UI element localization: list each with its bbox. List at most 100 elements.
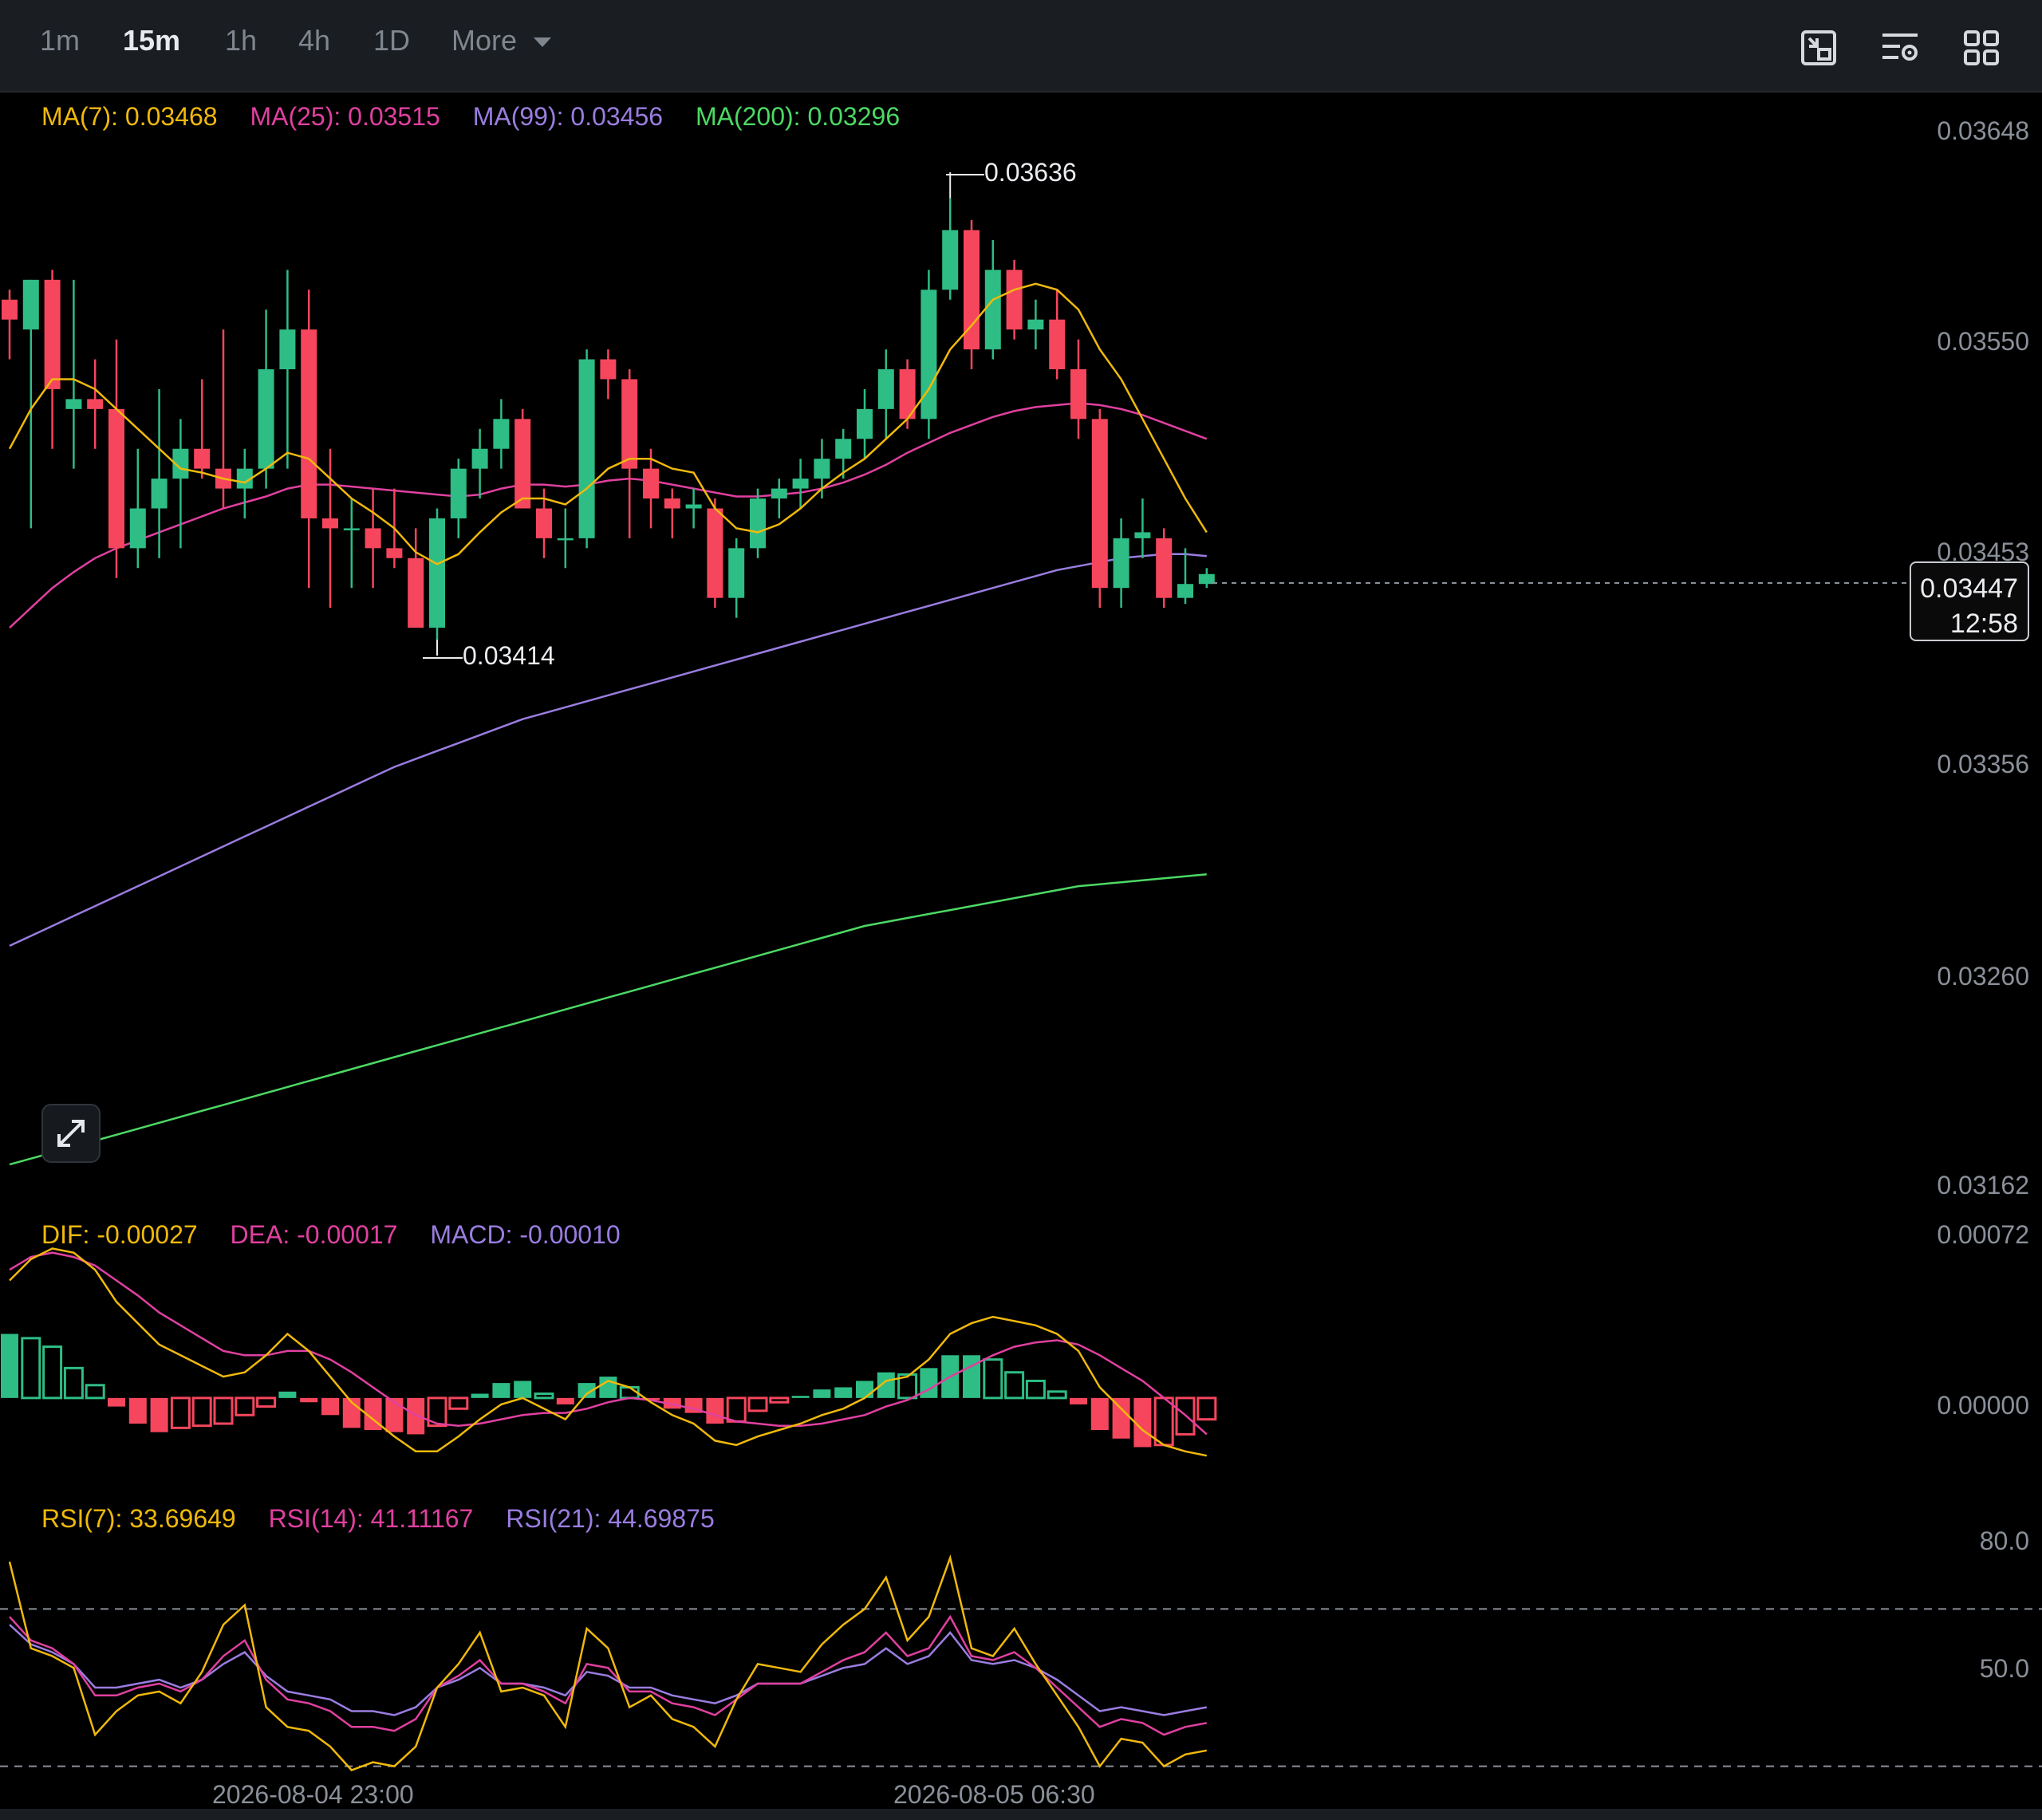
candle-up	[1113, 538, 1129, 589]
macd-histogram-bar	[63, 1366, 84, 1400]
macd-histogram-bar	[791, 1396, 810, 1398]
candle-down	[1006, 270, 1023, 330]
macd-histogram-bar	[1004, 1371, 1025, 1400]
macd-histogram-bar	[256, 1397, 277, 1408]
candle-down	[643, 468, 659, 499]
chart-layout-icon[interactable]	[1800, 29, 1838, 67]
candle-up	[471, 448, 488, 469]
macd-histogram-bar	[108, 1397, 125, 1407]
candle-up	[1027, 319, 1044, 330]
macd-axis-label: 0.00000	[1937, 1391, 2029, 1420]
more-dropdown[interactable]: More	[451, 24, 552, 57]
candle-down	[1091, 419, 1108, 589]
macd-histogram-bar	[300, 1397, 318, 1403]
high-value: 0.03636	[984, 158, 1077, 187]
price-axis-label: 0.03356	[1937, 750, 2029, 778]
candle-up	[685, 504, 702, 509]
candle-up	[814, 459, 830, 479]
macd-histogram-bar	[1112, 1397, 1130, 1439]
time-axis-label: 2026-08-04 23:00	[212, 1780, 414, 1809]
macd-histogram-bar	[1090, 1397, 1109, 1431]
tab-1h[interactable]: 1h	[225, 24, 257, 57]
macd-axis-label: 0.00072	[1937, 1220, 2029, 1249]
rsi-axis-label: 80.0	[1979, 1527, 2029, 1555]
candle-up	[920, 290, 937, 420]
macd-histogram-bar	[1, 1333, 18, 1398]
macd-histogram-bar	[150, 1397, 168, 1432]
candle-down	[386, 548, 403, 558]
candle-up	[557, 538, 574, 541]
candle-up	[728, 548, 745, 598]
candle-down	[1156, 538, 1173, 598]
interval-toolbar: 1m 15m 1h 4h 1D More	[0, 0, 2042, 93]
tab-15m[interactable]: 15m	[123, 24, 180, 57]
candle-down	[194, 448, 211, 469]
tab-1d[interactable]: 1D	[373, 24, 410, 57]
candle-down	[108, 408, 124, 549]
dea-legend: DEA: -0.00017	[230, 1220, 398, 1249]
macd-histogram-bar	[471, 1393, 489, 1398]
ma-legend: MA(7): 0.03468 MA(25): 0.03515 MA(99): 0…	[41, 102, 925, 132]
low-value: 0.03414	[463, 641, 555, 670]
candle-up	[835, 439, 852, 459]
macd-histogram-bar	[492, 1383, 510, 1398]
macd-histogram-bar	[514, 1381, 532, 1398]
candle-up	[151, 479, 168, 509]
macd-histogram-bar	[706, 1397, 724, 1424]
candle-up	[429, 518, 445, 628]
candle-up	[1177, 584, 1193, 598]
candle-down	[1049, 319, 1066, 369]
ma99-legend: MA(99): 0.03456	[472, 102, 664, 131]
macd-histogram-bar	[21, 1337, 41, 1400]
macd-histogram-bar	[448, 1397, 469, 1410]
candle-down	[365, 528, 381, 549]
chart-canvas[interactable]	[0, 91, 2042, 1809]
macd-histogram-bar	[747, 1397, 768, 1412]
dif-legend: DIF: -0.00027	[41, 1220, 198, 1249]
macd-histogram-bar	[599, 1377, 617, 1398]
indicator-settings-icon[interactable]	[1881, 29, 1919, 67]
expand-chart-button[interactable]	[41, 1104, 101, 1163]
macd-value-legend: MACD: -0.00010	[430, 1220, 621, 1249]
macd-histogram-bar	[1025, 1379, 1046, 1400]
candle-down	[87, 399, 104, 409]
ma7-legend: MA(7): 0.03468	[41, 102, 218, 131]
macd-histogram-bar	[1153, 1397, 1174, 1447]
tab-1m[interactable]: 1m	[40, 24, 80, 57]
macd-histogram-bar	[963, 1355, 980, 1398]
candle-down	[301, 329, 317, 518]
macd-histogram-bar	[813, 1389, 831, 1398]
ma25-line	[9, 402, 1208, 629]
candle-countdown: 12:58	[1949, 609, 2018, 639]
candle-up	[450, 468, 467, 518]
ma25-legend: MA(25): 0.03515	[250, 102, 440, 131]
candle-up	[1134, 532, 1151, 538]
caret-down-icon	[534, 37, 552, 48]
time-axis-label: 2026-08-05 06:30	[893, 1780, 1095, 1809]
macd-histogram-bar	[1047, 1390, 1067, 1400]
macd-legend: DIF: -0.00027 DEA: -0.00017 MACD: -0.000…	[41, 1220, 646, 1250]
macd-histogram-bar	[1196, 1397, 1217, 1421]
candle-down	[44, 279, 61, 389]
tab-4h[interactable]: 4h	[298, 24, 330, 57]
rsi-legend: RSI(7): 33.69649 RSI(14): 41.11167 RSI(2…	[41, 1504, 740, 1534]
current-price-tag: 0.03447 12:58	[1910, 561, 2029, 641]
price-axis-label: 0.03648	[1937, 116, 2029, 145]
macd-histogram-bar	[235, 1397, 255, 1416]
candle-down	[707, 508, 723, 598]
macd-histogram-bar	[534, 1393, 554, 1400]
candle-down	[2, 299, 18, 320]
macd-histogram-bar	[726, 1397, 747, 1423]
candle-up	[792, 479, 809, 489]
candle-down	[514, 419, 531, 509]
candle-down	[1070, 369, 1086, 420]
ma99-line	[9, 553, 1207, 947]
rsi-pane	[0, 1554, 2042, 1771]
macd-histogram-bar	[85, 1384, 105, 1400]
low-annotation: 0.03414	[423, 641, 555, 671]
candle-down	[621, 379, 638, 469]
grid-icon[interactable]	[1962, 29, 2001, 67]
bottom-bar	[0, 1809, 2042, 1820]
candle-up	[129, 508, 146, 549]
current-price-value: 0.03447	[1920, 573, 2018, 604]
